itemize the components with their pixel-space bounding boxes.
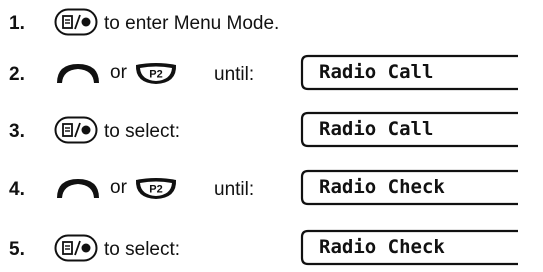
step-instruction: until: (214, 179, 255, 200)
display-text: Radio Check (319, 176, 445, 198)
step-instruction: to select: (104, 239, 181, 260)
step-number: 4. (9, 179, 25, 200)
radio-display: Radio Call (294, 54, 520, 91)
step-1: 1. to enter Menu Mode. (0, 0, 543, 44)
step-number: 2. (9, 64, 25, 85)
radio-display: Radio Call (294, 111, 520, 148)
step-icons (54, 0, 98, 44)
step-instruction: to enter Menu Mode. (104, 13, 280, 34)
step-2: 2. or P2 until: Radio Call (0, 51, 543, 95)
menu-select-icon (54, 116, 98, 144)
arrow-up-icon (57, 179, 99, 198)
display-text: Radio Call (319, 118, 434, 140)
p2-label: P2 (149, 69, 162, 81)
arrow-up-icon (57, 64, 99, 83)
or-connector: or (110, 177, 127, 198)
display-text: Radio Call (319, 61, 434, 83)
p2-label: P2 (149, 184, 162, 196)
step-instruction: until: (214, 64, 255, 85)
step-icons: or P2 (54, 166, 179, 210)
p2-button-icon: P2 (135, 178, 176, 199)
step-4: 4. or P2 until: Radio Check (0, 166, 543, 210)
step-icons (54, 108, 98, 152)
menu-select-icon (54, 8, 98, 36)
step-instruction: to select: (104, 121, 181, 142)
or-connector: or (110, 62, 127, 83)
step-3: 3. to select: Radio Call (0, 108, 543, 152)
step-icons: or P2 (54, 51, 179, 95)
step-5: 5. to select: Radio Check (0, 226, 543, 270)
step-number: 1. (9, 13, 25, 34)
radio-display: Radio Check (294, 229, 520, 266)
radio-display: Radio Check (294, 169, 520, 206)
p2-button-icon: P2 (135, 63, 176, 84)
step-icons (54, 226, 98, 270)
step-number: 5. (9, 239, 25, 260)
display-text: Radio Check (319, 236, 445, 258)
step-number: 3. (9, 121, 25, 142)
menu-select-icon (54, 234, 98, 262)
